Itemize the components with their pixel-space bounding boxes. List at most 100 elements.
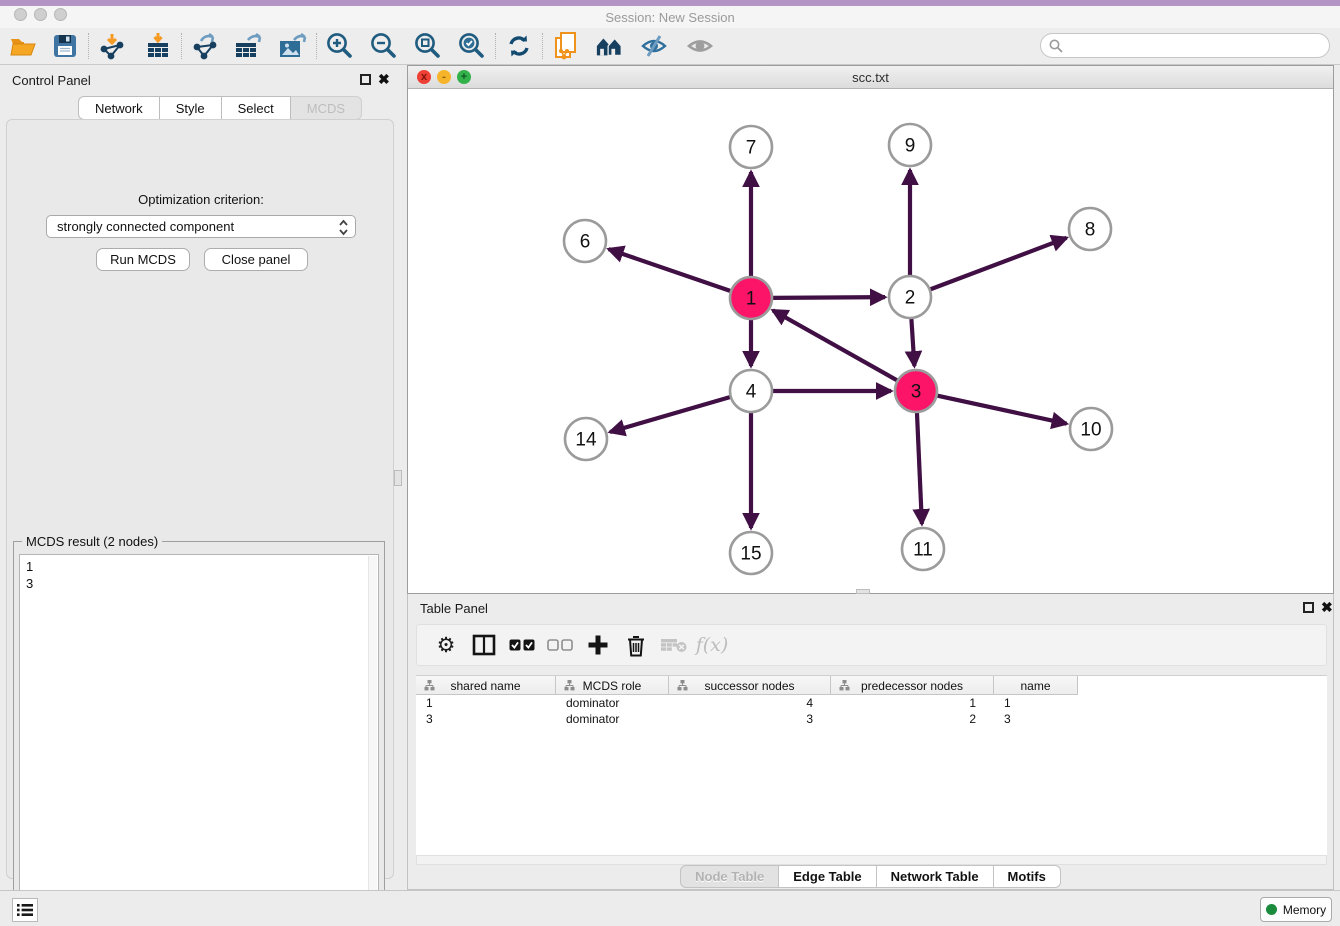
table-cell[interactable]: 3 [994, 711, 1078, 727]
toolbar-separator [316, 33, 317, 59]
export-network-icon [191, 32, 219, 60]
show-graphics-details-button[interactable] [685, 31, 715, 61]
graph-node-8[interactable]: 8 [1069, 208, 1111, 250]
table-cell[interactable]: 1 [994, 695, 1078, 711]
table-cell[interactable]: dominator [556, 711, 669, 727]
unchecked-boxes-icon [547, 639, 573, 651]
table-cell[interactable]: 4 [669, 695, 831, 711]
float-panel-icon[interactable] [360, 74, 371, 85]
svg-text:8: 8 [1085, 220, 1096, 241]
refresh-view-button[interactable] [504, 31, 534, 61]
column-header-shared-name[interactable]: shared name [416, 676, 556, 695]
export-table-icon [234, 32, 264, 60]
graph-node-15[interactable]: 15 [730, 532, 772, 574]
graph-node-1[interactable]: 1 [730, 277, 772, 319]
show-column-panel-button[interactable] [465, 630, 503, 660]
table-horizontal-scrollbar[interactable] [416, 855, 1327, 865]
edge-3-10[interactable] [937, 396, 1066, 424]
svg-text:6: 6 [580, 232, 591, 253]
tab-mcds[interactable]: MCDS [291, 96, 362, 120]
mcds-result-area[interactable]: 1 3 [19, 554, 379, 915]
tab-select[interactable]: Select [222, 96, 291, 120]
edge-3-11[interactable] [917, 413, 922, 524]
table-row[interactable]: 3dominator323 [416, 711, 1078, 727]
network-graph[interactable]: 7 9 6 8 1 2 4 3 14 10 15 11 [408, 89, 1333, 593]
close-panel-icon[interactable]: ✖ [378, 71, 390, 87]
edge-1-6[interactable] [609, 249, 731, 291]
graph-node-2[interactable]: 2 [889, 276, 931, 318]
import-table-button[interactable] [143, 31, 173, 61]
export-image-button[interactable] [278, 31, 308, 61]
delete-table-icon [660, 637, 688, 653]
zoom-fit-button[interactable] [413, 31, 443, 61]
zoom-in-button[interactable] [325, 31, 355, 61]
edge-3-1[interactable] [773, 310, 897, 380]
graph-node-9[interactable]: 9 [889, 124, 931, 166]
svg-text:1: 1 [746, 289, 757, 310]
graph-node-11[interactable]: 11 [902, 528, 944, 570]
select-all-rows-button[interactable] [503, 630, 541, 660]
table-settings-button[interactable]: ⚙ [427, 630, 465, 660]
export-image-icon [278, 32, 308, 60]
window-title: Session: New Session [0, 10, 1340, 25]
export-network-button[interactable] [190, 31, 220, 61]
memory-button[interactable]: Memory [1260, 897, 1332, 922]
tab-style[interactable]: Style [160, 96, 222, 120]
graph-node-4[interactable]: 4 [730, 370, 772, 412]
refresh-icon [505, 32, 533, 60]
gear-icon: ⚙ [437, 633, 456, 657]
edge-1-2[interactable] [773, 297, 885, 298]
close-table-panel-icon[interactable]: ✖ [1321, 599, 1333, 615]
run-mcds-button[interactable]: Run MCDS [96, 248, 190, 271]
hide-graphics-details-button[interactable] [639, 31, 669, 61]
trash-icon [626, 634, 646, 657]
table-cell[interactable]: 3 [416, 711, 556, 727]
delete-row-button[interactable] [617, 630, 655, 660]
edge-4-14[interactable] [610, 397, 730, 432]
plus-icon [587, 634, 609, 656]
tab-network[interactable]: Network [78, 96, 160, 120]
float-table-panel-icon[interactable] [1303, 602, 1314, 613]
table-cell[interactable]: dominator [556, 695, 669, 711]
graph-node-6[interactable]: 6 [564, 220, 606, 262]
network-window-titlebar[interactable]: x - + scc.txt [408, 66, 1333, 89]
edge-2-3[interactable] [911, 319, 914, 366]
tab-node-table[interactable]: Node Table [680, 865, 779, 888]
vertical-splitter-handle[interactable] [394, 470, 402, 486]
home-layout-button[interactable] [595, 31, 625, 61]
network-clipboard-button[interactable] [551, 31, 581, 61]
column-header-predecessor-nodes[interactable]: predecessor nodes [831, 676, 994, 695]
task-history-button[interactable] [12, 898, 38, 922]
deselect-all-rows-button[interactable] [541, 630, 579, 660]
search-input[interactable] [1063, 38, 1329, 53]
close-panel-button[interactable]: Close panel [204, 248, 308, 271]
open-session-button[interactable] [8, 31, 38, 61]
result-scrollbar[interactable] [368, 556, 377, 915]
tab-network-table[interactable]: Network Table [877, 865, 994, 888]
add-row-button[interactable] [579, 630, 617, 660]
search-icon [1049, 39, 1063, 53]
graph-node-3[interactable]: 3 [895, 370, 937, 412]
tab-edge-table[interactable]: Edge Table [779, 865, 876, 888]
zoom-out-button[interactable] [369, 31, 399, 61]
column-header-name[interactable]: name [994, 676, 1078, 695]
column-header-successor-nodes[interactable]: successor nodes [669, 676, 831, 695]
zoom-selected-button[interactable] [457, 31, 487, 61]
table-cell[interactable]: 3 [669, 711, 831, 727]
graph-node-7[interactable]: 7 [730, 126, 772, 168]
graph-node-14[interactable]: 14 [565, 418, 607, 460]
export-table-button[interactable] [234, 31, 264, 61]
table-cell[interactable]: 2 [831, 711, 994, 727]
search-box[interactable] [1040, 33, 1330, 58]
tab-motifs[interactable]: Motifs [994, 865, 1061, 888]
table-cell[interactable]: 1 [831, 695, 994, 711]
save-session-button[interactable] [50, 31, 80, 61]
table-cell[interactable]: 1 [416, 695, 556, 711]
column-header-MCDS-role[interactable]: MCDS role [556, 676, 669, 695]
table-row[interactable]: 1dominator411 [416, 695, 1078, 711]
edge-2-8[interactable] [931, 238, 1067, 289]
graph-node-10[interactable]: 10 [1070, 408, 1112, 450]
criterion-select[interactable]: strongly connected component [46, 215, 356, 238]
import-network-button[interactable] [97, 31, 127, 61]
network-view-window: x - + scc.txt 7 9 6 8 1 2 4 3 14 10 15 11 [407, 65, 1334, 594]
